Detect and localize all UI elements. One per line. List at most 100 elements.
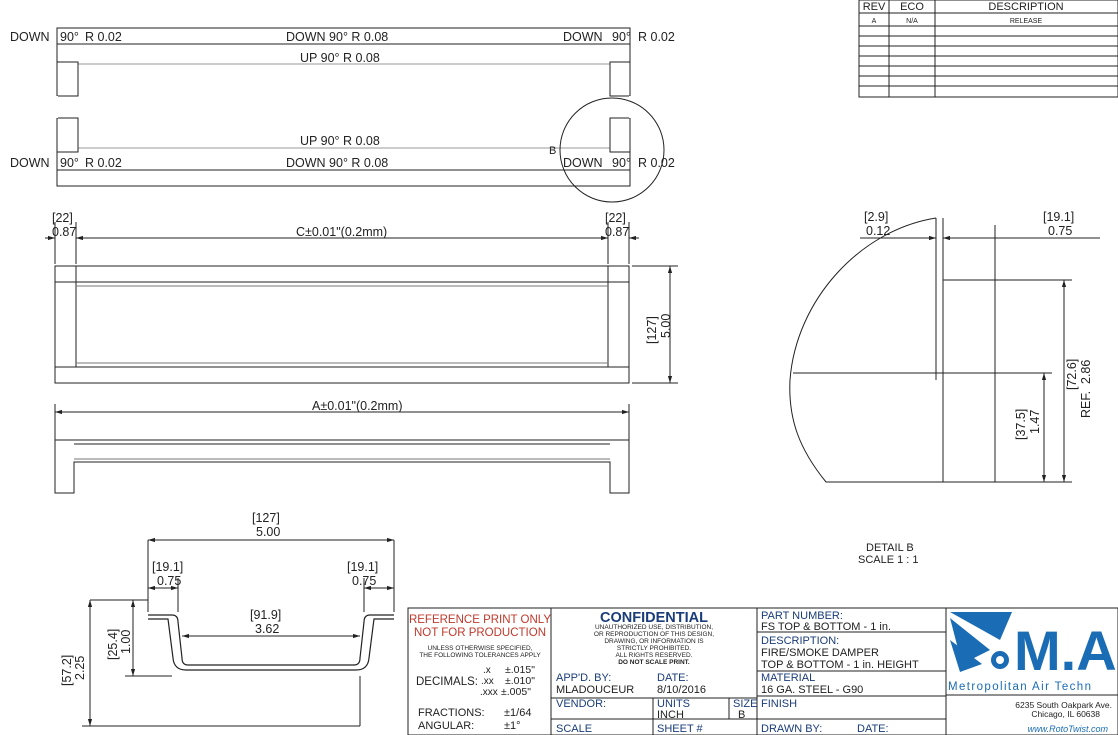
bottom-dim-a: A±0.01"(0.2mm) — [312, 399, 403, 413]
detail-dim-gap-in: 0.12 — [866, 224, 890, 238]
approved-date-value: 8/10/2016 — [657, 684, 706, 696]
company-name: Metropolitan Air Techn — [948, 681, 1092, 693]
detail-dim-ref-in: 2.86 — [1079, 360, 1093, 384]
flat-top-center-label: DOWN 90° R 0.08 — [286, 30, 388, 44]
front-dim-right-in: 0.87 — [605, 225, 629, 239]
decimal-xx: .xx — [481, 676, 494, 687]
rev-header-rev: REV — [863, 1, 886, 13]
flat-bottom-left-label: DOWN — [10, 156, 50, 170]
flat-top-right-radius: R 0.02 — [638, 30, 675, 44]
rev-row-description: RELEASE — [1010, 18, 1043, 25]
company-website: www.RotoTwist.com — [1028, 724, 1109, 734]
confidential-line-6: DO NOT SCALE PRINT. — [618, 659, 690, 666]
confidential-line-3: DRAWING, OR INFORMATION IS — [604, 638, 704, 645]
flat-top-left-label: DOWN — [10, 30, 50, 44]
confidential-line-1: UNAUTHORIZED USE, DISTRIBUTION, — [595, 624, 713, 631]
company-logo: M.A Metropolitan Air Techn 6235 South Oa… — [948, 612, 1117, 734]
flat-bottom-left-radius: R 0.02 — [85, 156, 122, 170]
flat-bottom-right-label: DOWN — [563, 156, 603, 170]
angular-value: ±1° — [504, 720, 521, 732]
flat-bottom-right-radius: R 0.02 — [638, 156, 675, 170]
section-dim-width-mm: [127] — [252, 511, 280, 525]
description-value-1: FIRE/SMOKE DAMPER — [761, 647, 879, 659]
flat-bottom-inner-label: UP 90° R 0.08 — [300, 134, 380, 148]
confidential-line-4: STRICTLY PROHIBITED. — [617, 645, 691, 652]
approved-date-label: DATE: — [657, 672, 689, 684]
section-dim-left-mm: [19.1] — [152, 560, 183, 574]
company-address-2: Chicago, IL 60638 — [1031, 709, 1100, 719]
detail-callout-letter: B — [549, 145, 556, 157]
units-value: INCH — [657, 709, 684, 721]
size-value: B — [738, 709, 745, 721]
front-dim-left-in: 0.87 — [52, 225, 76, 239]
tolerance-note-line2: THE FOLLOWING TOLERANCES APPLY — [419, 652, 541, 659]
revision-table — [858, 0, 1118, 98]
flat-top-right-angle: 90° — [612, 30, 631, 44]
front-dim-c: C±0.01"(0.2mm) — [296, 225, 387, 239]
decimal-x: .x — [483, 665, 491, 676]
reference-print-line1: REFERENCE PRINT ONLY — [409, 614, 551, 626]
flat-bottom-right-angle: 90° — [612, 156, 631, 170]
detail-dim-gap-mm: [2.9] — [864, 210, 888, 224]
section-dim-left-in: 0.75 — [157, 574, 181, 588]
description-value-2: TOP & BOTTOM - 1 in. HEIGHT — [761, 659, 919, 671]
drawing-canvas: DOWN 90° R 0.02 DOWN 90° R 0.08 DOWN 90°… — [10, 0, 1118, 735]
vendor-label: VENDOR: — [556, 698, 606, 710]
detail-dim-ref-label: REF. — [1079, 391, 1093, 418]
flat-top-right-label: DOWN — [563, 30, 603, 44]
front-outline — [54, 265, 630, 384]
confidential-line-5: ALL RIGHTS RESERVED. — [616, 652, 693, 659]
rev-header-eco: ECO — [900, 1, 924, 13]
description-label: DESCRIPTION: — [761, 635, 839, 647]
material-value: 16 GA. STEEL - G90 — [761, 684, 863, 696]
decimals-label: DECIMALS: — [416, 676, 478, 688]
detail-arc — [789, 217, 1072, 483]
section-dim-small-mm: [25.4] — [106, 629, 120, 660]
front-dim-height-mm: [127] — [645, 316, 659, 344]
fan-blade-icon — [950, 612, 1012, 672]
part-number-value: FS TOP & BOTTOM - 1 in. — [761, 621, 891, 633]
detail-dim-flange-mm: [19.1] — [1043, 210, 1074, 224]
front-dim-height-in: 5.00 — [659, 314, 673, 338]
sheet-label: SHEET # — [657, 723, 704, 735]
decimal-xxx: .xxx — [480, 687, 498, 698]
front-dim-left-mm: [22] — [52, 211, 73, 225]
finish-label: FINISH — [761, 698, 797, 710]
reference-print-line2: NOT FOR PRODUCTION — [414, 627, 546, 639]
section-dim-right-in: 0.75 — [352, 574, 376, 588]
drawn-date-label: DATE: — [857, 723, 889, 735]
section-dim-inner-in: 3.62 — [255, 622, 279, 636]
flat-top-left-angle: 90° — [60, 30, 79, 44]
scale-label: SCALE — [556, 723, 592, 735]
flat-top-inner-label: UP 90° R 0.08 — [300, 51, 380, 65]
section-dim-total-in: 2.25 — [73, 656, 87, 680]
drawn-by-label: DRAWN BY: — [761, 723, 822, 735]
rev-header-description: DESCRIPTION — [988, 1, 1063, 13]
flat-bottom-left-angle: 90° — [60, 156, 79, 170]
logo-letters: M.A — [1014, 619, 1117, 682]
tolerance-note-line1: UNLESS OTHERWISE SPECIFIED, — [428, 645, 533, 652]
flat-bottom-center-label: DOWN 90° R 0.08 — [286, 156, 388, 170]
section-dim-width-in: 5.00 — [256, 525, 280, 539]
section-dim-right-mm: [19.1] — [347, 560, 378, 574]
detail-scale: SCALE 1 : 1 — [858, 554, 919, 566]
detail-title: DETAIL B — [866, 542, 914, 554]
section-dim-inner-mm: [91.9] — [250, 608, 281, 622]
material-label: MATERIAL — [761, 672, 815, 684]
confidential-line-2: OR REPRODUCTION OF THIS DESIGN, — [594, 631, 714, 638]
rev-row-rev: A — [872, 18, 877, 25]
rev-row-eco: N/A — [906, 18, 918, 25]
fractions-label: FRACTIONS: — [418, 707, 485, 719]
angular-label: ANGULAR: — [418, 720, 474, 732]
detail-dim-lower-mm: [37.5] — [1014, 409, 1028, 440]
section-dim-small-in: 1.00 — [119, 630, 133, 654]
approved-by-value: MLADOUCEUR — [556, 684, 634, 696]
approved-by-label: APP'D. BY: — [556, 672, 611, 684]
decimal-xxx-tolerance: ±.005" — [501, 686, 531, 698]
detail-dim-ref-mm: [72.6] — [1065, 359, 1079, 390]
fractions-value: ±1/64 — [504, 707, 531, 719]
flat-top-left-radius: R 0.02 — [85, 30, 122, 44]
section-dim-total-mm: [57.2] — [60, 655, 74, 686]
front-dim-right-mm: [22] — [605, 211, 626, 225]
detail-dim-flange-in: 0.75 — [1048, 224, 1072, 238]
